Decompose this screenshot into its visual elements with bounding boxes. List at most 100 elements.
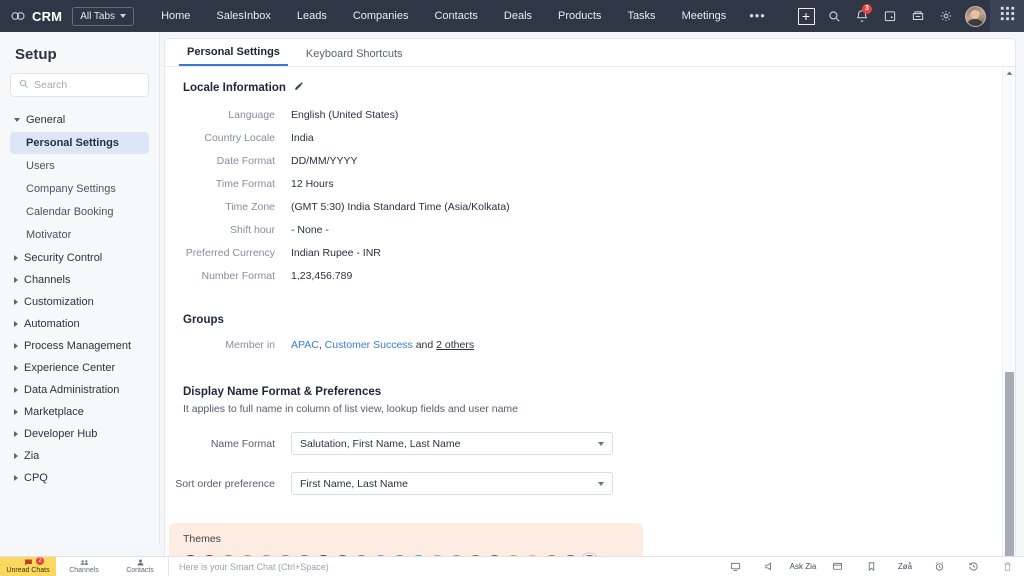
locale-row-value: Indian Rupee - INR — [275, 247, 381, 259]
sidebar-group-marketplace[interactable]: Marketplace — [10, 401, 149, 423]
vertical-scrollbar[interactable] — [1002, 67, 1015, 576]
channels-icon — [80, 558, 89, 567]
content-tabs: Personal Settings Keyboard Shortcuts — [165, 39, 1015, 67]
group-link-others[interactable]: 2 others — [436, 339, 474, 351]
scrollbar-thumb[interactable] — [1005, 372, 1014, 576]
nav-link-meetings[interactable]: Meetings — [669, 0, 740, 32]
select-value: First Name, Last Name — [300, 478, 408, 490]
locale-row-value: (GMT 5:30) India Standard Time (Asia/Kol… — [275, 201, 510, 213]
name-format-select[interactable]: Salutation, First Name, Last Name — [291, 432, 613, 455]
sidebar-group-label: Customization — [24, 296, 94, 308]
screen-share-icon[interactable] — [718, 557, 752, 576]
page-body: Setup Search GeneralPersonal SettingsUse… — [0, 32, 1024, 576]
add-button[interactable]: + — [792, 0, 820, 32]
chevron-right-icon — [14, 475, 18, 481]
all-tabs-dropdown[interactable]: All Tabs — [72, 7, 134, 26]
bottom-right-icons: Ask Zia Zøå — [718, 557, 1024, 576]
locale-row-value: - None - — [275, 224, 329, 236]
nav-link-products[interactable]: Products — [545, 0, 614, 32]
locale-row-label: Number Format — [165, 270, 275, 282]
trash-icon[interactable] — [990, 557, 1024, 576]
field-label: Sort order preference — [165, 478, 275, 490]
scroll-up-arrow[interactable] — [1003, 67, 1015, 80]
pencil-icon[interactable] — [294, 81, 304, 94]
nav-link-deals[interactable]: Deals — [491, 0, 545, 32]
chevron-right-icon — [14, 387, 18, 393]
calendar-button[interactable] — [876, 0, 904, 32]
nav-link-salesinbox[interactable]: SalesInbox — [203, 0, 283, 32]
sidebar-item-calendar-booking[interactable]: Calendar Booking — [10, 201, 149, 223]
top-navigation-bar: CRM All Tabs HomeSalesInboxLeadsCompanie… — [0, 0, 1024, 32]
sidebar-group-cpq[interactable]: CPQ — [10, 467, 149, 489]
sidebar-group-customization[interactable]: Customization — [10, 291, 149, 313]
sidebar-group-label: CPQ — [24, 472, 48, 484]
bottom-chip-channels[interactable]: Channels — [56, 557, 112, 576]
tab-personal-settings[interactable]: Personal Settings — [179, 46, 288, 66]
sidebar-group-label: Experience Center — [24, 362, 115, 374]
chat-window-icon[interactable] — [820, 557, 854, 576]
alarm-icon[interactable] — [922, 557, 956, 576]
bookmark-icon[interactable] — [854, 557, 888, 576]
crm-setup-screen: CRM All Tabs HomeSalesInboxLeadsCompanie… — [0, 0, 1024, 576]
sidebar-group-zia[interactable]: Zia — [10, 445, 149, 467]
announcement-icon[interactable] — [752, 557, 786, 576]
locale-row-label: Date Format — [165, 155, 275, 167]
nav-link-companies[interactable]: Companies — [340, 0, 422, 32]
locale-information-title: Locale Information — [165, 81, 1015, 94]
zia-score-icon[interactable]: Zøå — [888, 557, 922, 576]
nav-link-tasks[interactable]: Tasks — [614, 0, 668, 32]
sidebar-group-process-management[interactable]: Process Management — [10, 335, 149, 357]
sidebar-item-users[interactable]: Users — [10, 155, 149, 177]
bottom-chip-contacts[interactable]: Contacts — [112, 557, 168, 576]
locale-row: Number Format1,23,456.789 — [165, 264, 1015, 287]
chat-icon — [24, 558, 33, 567]
group-link-customer-success[interactable]: Customer Success — [325, 339, 413, 351]
brand[interactable]: CRM — [0, 8, 70, 24]
nav-more-button[interactable]: ••• — [739, 0, 776, 32]
zia-score-icon-label: Zøå — [898, 562, 912, 571]
locale-rows: LanguageEnglish (United States)Country L… — [165, 103, 1015, 287]
sidebar-item-motivator[interactable]: Motivator — [10, 224, 149, 246]
field-label: Name Format — [165, 438, 275, 450]
nav-link-contacts[interactable]: Contacts — [421, 0, 490, 32]
settings-button[interactable] — [932, 0, 960, 32]
sidebar-group-label: Data Administration — [24, 384, 119, 396]
bottom-chip-unread-chats[interactable]: Unread Chats2 — [0, 557, 56, 576]
chevron-down-icon — [14, 118, 20, 122]
smart-chat-input[interactable]: Here is your Smart Chat (Ctrl+Space) — [169, 562, 718, 572]
avatar[interactable] — [960, 0, 990, 32]
sidebar-group-label: Developer Hub — [24, 428, 97, 440]
contacts-icon — [136, 558, 145, 567]
sidebar-item-personal-settings[interactable]: Personal Settings — [10, 132, 149, 154]
apps-button[interactable] — [990, 0, 1024, 32]
sidebar-group-experience-center[interactable]: Experience Center — [10, 357, 149, 379]
search-input[interactable]: Search — [10, 73, 149, 97]
sidebar-group-data-administration[interactable]: Data Administration — [10, 379, 149, 401]
sidebar-group-label: Marketplace — [24, 406, 84, 418]
brand-name: CRM — [32, 9, 62, 24]
display-name-title: Display Name Format & Preferences — [165, 386, 1015, 398]
nav-link-leads[interactable]: Leads — [284, 0, 340, 32]
notifications-button[interactable]: 3 — [848, 0, 876, 32]
group-link-apac[interactable]: APAC — [291, 339, 319, 351]
field-row: Name Format Salutation, First Name, Last … — [165, 432, 1015, 455]
recent-history-icon[interactable] — [956, 557, 990, 576]
sidebar-group-automation[interactable]: Automation — [10, 313, 149, 335]
locale-row-value: 12 Hours — [275, 178, 334, 190]
save-button[interactable] — [904, 0, 932, 32]
sort-order-select[interactable]: First Name, Last Name — [291, 472, 613, 495]
tab-keyboard-shortcuts[interactable]: Keyboard Shortcuts — [298, 48, 411, 66]
nav-link-home[interactable]: Home — [148, 0, 203, 32]
sidebar-group-developer-hub[interactable]: Developer Hub — [10, 423, 149, 445]
ask-zia-button[interactable]: Ask Zia — [786, 557, 820, 576]
apps-grid-icon — [1000, 6, 1015, 26]
plus-icon: + — [798, 8, 815, 25]
search-button[interactable] — [820, 0, 848, 32]
sidebar-group-channels[interactable]: Channels — [10, 269, 149, 291]
sidebar-group-general[interactable]: General — [10, 109, 149, 131]
sidebar-item-company-settings[interactable]: Company Settings — [10, 178, 149, 200]
locale-row: Time Zone(GMT 5:30) India Standard Time … — [165, 195, 1015, 218]
sidebar-group-security-control[interactable]: Security Control — [10, 247, 149, 269]
content-scroll-area[interactable]: Locale Information LanguageEnglish (Unit… — [165, 67, 1015, 576]
avatar-image — [965, 6, 986, 27]
